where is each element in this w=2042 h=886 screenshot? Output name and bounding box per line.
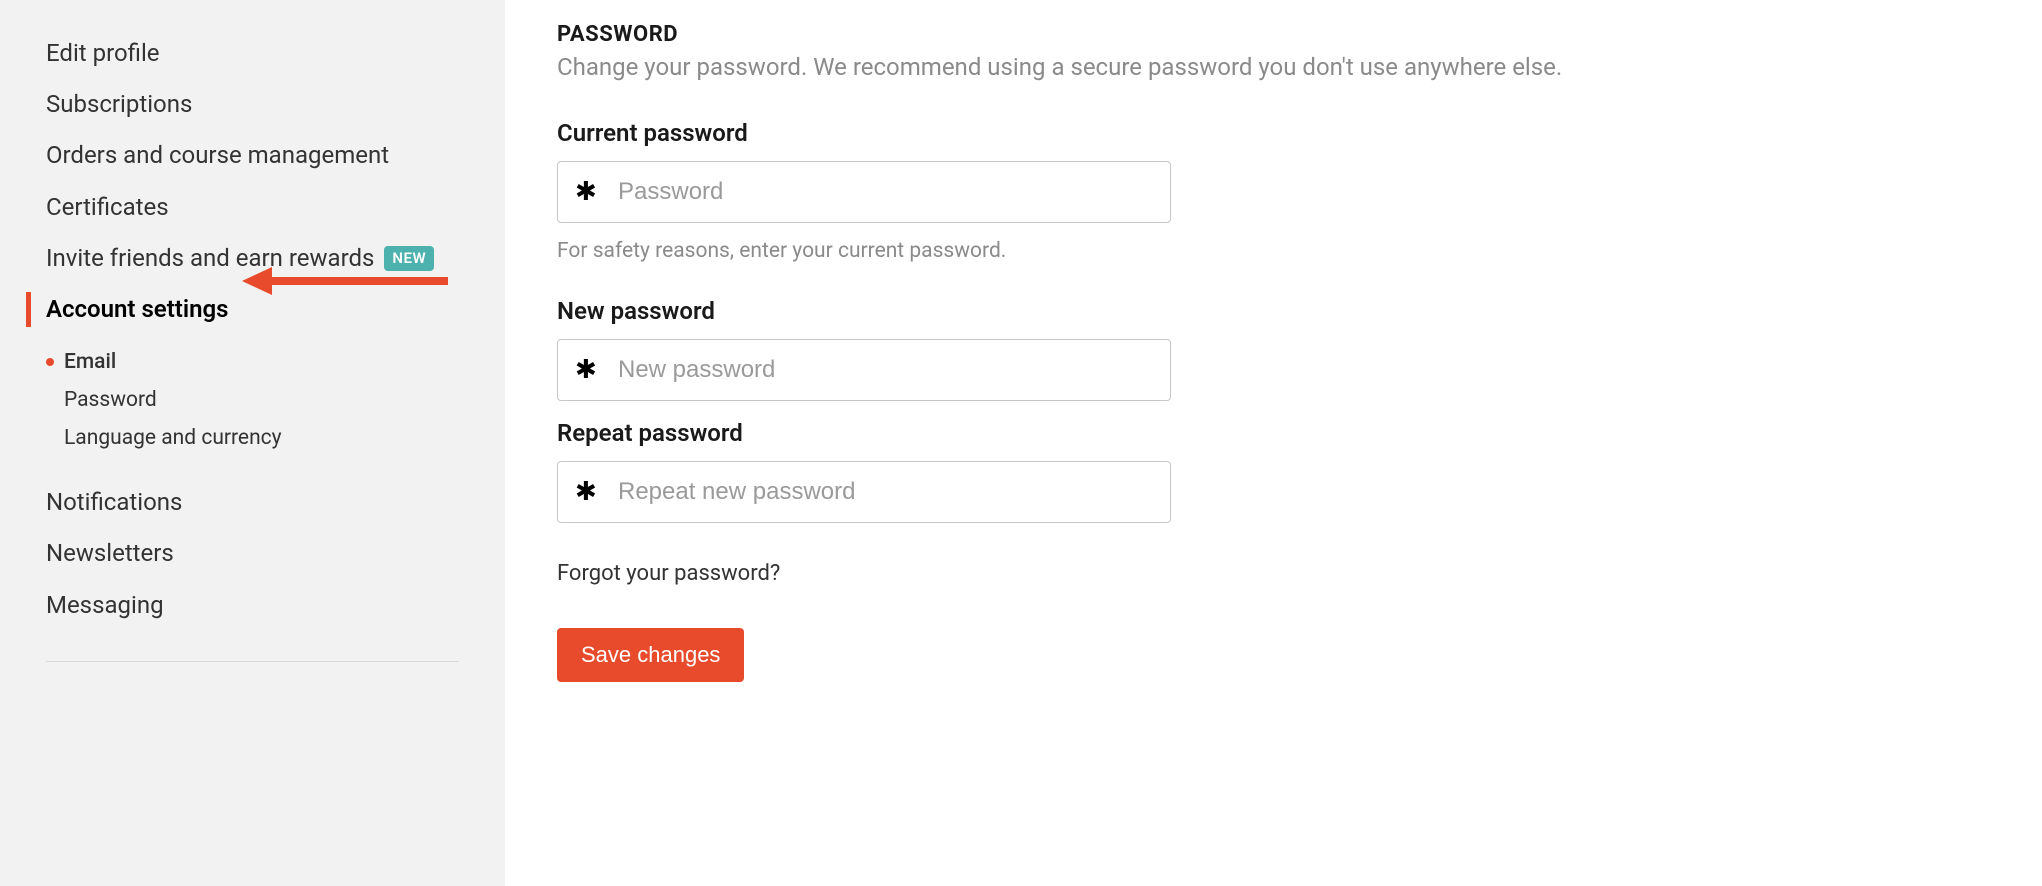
sidebar-item-orders[interactable]: Orders and course management — [0, 130, 505, 181]
sidebar-item-label: Notifications — [46, 487, 182, 518]
main-content: PASSWORD Change your password. We recomm… — [505, 0, 2042, 886]
password-section-heading: PASSWORD — [557, 22, 2042, 47]
sidebar-item-label: Invite friends and earn rewards — [46, 243, 374, 274]
repeat-password-block: Repeat password ✱ — [557, 419, 2042, 523]
current-password-label: Current password — [557, 119, 2042, 147]
current-password-input[interactable] — [557, 161, 1171, 223]
repeat-password-input-wrap: ✱ — [557, 461, 1171, 523]
sidebar-subnav: Email Password Language and currency — [0, 335, 505, 477]
sidebar-item-account-settings[interactable]: Account settings — [0, 284, 505, 335]
new-badge: NEW — [384, 246, 434, 272]
sidebar-item-messaging[interactable]: Messaging — [0, 580, 505, 631]
new-password-label: New password — [557, 297, 2042, 325]
new-password-block: New password ✱ — [557, 297, 2042, 401]
password-section-description: Change your password. We recommend using… — [557, 53, 2042, 81]
forgot-password-link[interactable]: Forgot your password? — [557, 561, 780, 586]
sidebar-subitem-password[interactable]: Password — [0, 381, 505, 419]
sidebar-item-label: Certificates — [46, 192, 169, 223]
sidebar-item-notifications[interactable]: Notifications — [0, 477, 505, 528]
save-changes-button[interactable]: Save changes — [557, 628, 744, 682]
current-password-input-wrap: ✱ — [557, 161, 1171, 223]
subitem-label: Language and currency — [64, 426, 282, 450]
sidebar-item-label: Account settings — [46, 294, 228, 325]
sidebar-divider — [46, 661, 459, 662]
sidebar-item-newsletters[interactable]: Newsletters — [0, 528, 505, 579]
sidebar-item-label: Messaging — [46, 590, 164, 621]
sidebar-item-invite-friends[interactable]: Invite friends and earn rewards NEW — [0, 233, 505, 284]
sidebar-item-subscriptions[interactable]: Subscriptions — [0, 79, 505, 130]
new-password-input-wrap: ✱ — [557, 339, 1171, 401]
sidebar-subitem-language-currency[interactable]: Language and currency — [0, 419, 505, 457]
current-password-block: Current password ✱ For safety reasons, e… — [557, 119, 2042, 263]
new-password-input[interactable] — [557, 339, 1171, 401]
sidebar: Edit profile Subscriptions Orders and co… — [0, 0, 505, 886]
current-password-helper: For safety reasons, enter your current p… — [557, 239, 2042, 263]
repeat-password-label: Repeat password — [557, 419, 2042, 447]
sidebar-item-label: Orders and course management — [46, 140, 389, 171]
sidebar-item-certificates[interactable]: Certificates — [0, 182, 505, 233]
sidebar-subitem-email[interactable]: Email — [0, 343, 505, 381]
subitem-label: Password — [64, 388, 157, 412]
sidebar-item-label: Edit profile — [46, 38, 160, 69]
sidebar-item-label: Newsletters — [46, 538, 174, 569]
sidebar-item-label: Subscriptions — [46, 89, 192, 120]
subitem-label: Email — [64, 350, 116, 374]
repeat-password-input[interactable] — [557, 461, 1171, 523]
sidebar-item-edit-profile[interactable]: Edit profile — [0, 28, 505, 79]
